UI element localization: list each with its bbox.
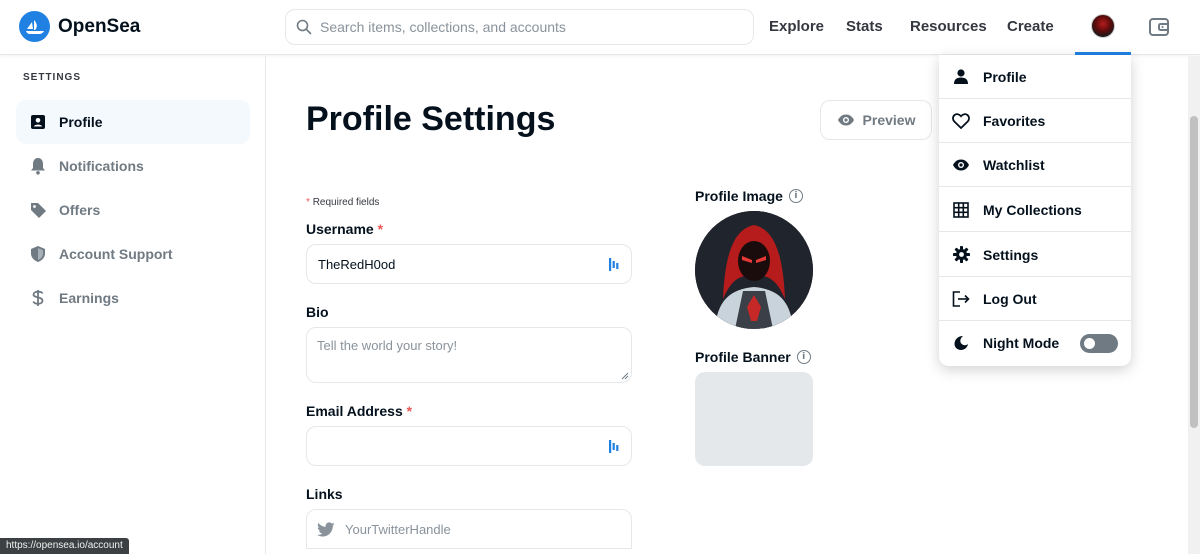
person-icon	[952, 68, 970, 86]
username-label-text: Username	[306, 221, 374, 237]
nav-stats[interactable]: Stats	[846, 18, 883, 35]
wallet-icon[interactable]	[1148, 16, 1170, 38]
toggle-knob	[1084, 338, 1095, 349]
brand-logo[interactable]: OpenSea	[19, 11, 140, 42]
preview-button[interactable]: Preview	[820, 100, 932, 140]
bell-icon	[29, 157, 47, 175]
info-icon[interactable]: i	[796, 350, 811, 364]
bio-field[interactable]	[306, 327, 632, 383]
email-input[interactable]	[318, 438, 598, 454]
profile-image-label-text: Profile Image	[695, 188, 783, 204]
sidebar-item-label: Offers	[59, 202, 101, 218]
links-label: Links	[306, 486, 343, 502]
page-title: Profile Settings	[306, 100, 556, 138]
profile-avatar-image	[695, 211, 813, 329]
twitter-handle-input[interactable]	[345, 521, 605, 537]
twitter-link-field[interactable]	[306, 509, 632, 549]
tag-icon	[29, 201, 47, 219]
search-icon	[296, 19, 312, 35]
search-bar[interactable]	[285, 9, 754, 45]
menu-item-profile[interactable]: Profile	[939, 55, 1131, 99]
menu-item-favorites[interactable]: Favorites	[939, 99, 1131, 143]
sidebar-item-profile[interactable]: Profile	[16, 100, 250, 144]
sidebar-item-label: Notifications	[59, 158, 144, 174]
shield-icon	[29, 245, 47, 263]
sidebar-item-offers[interactable]: Offers	[16, 188, 250, 232]
info-icon[interactable]: i	[788, 189, 803, 203]
menu-item-label: Profile	[983, 68, 1027, 85]
nav-resources[interactable]: Resources	[910, 18, 987, 35]
menu-item-label: Night Mode	[983, 335, 1060, 351]
nav-explore[interactable]: Explore	[769, 18, 824, 35]
sidebar-section-label: SETTINGS	[23, 72, 82, 83]
search-input[interactable]	[320, 19, 720, 35]
username-label: Username *	[306, 221, 383, 237]
twitter-icon	[317, 521, 335, 536]
menu-item-my-collections[interactable]: My Collections	[939, 188, 1131, 232]
sidebar-item-label: Earnings	[59, 290, 119, 306]
profile-card-icon	[29, 113, 47, 131]
user-avatar	[1091, 14, 1115, 38]
eye-icon	[837, 114, 854, 126]
grid-icon	[952, 201, 970, 219]
required-star: *	[406, 403, 413, 419]
opensea-logo-icon	[19, 11, 50, 42]
bio-textarea[interactable]	[317, 338, 621, 372]
required-star: *	[377, 221, 384, 237]
menu-item-settings[interactable]: Settings	[939, 233, 1131, 277]
top-header: OpenSea Explore Stats Resources Create	[0, 0, 1200, 55]
email-label: Email Address *	[306, 403, 412, 419]
password-manager-icon[interactable]	[609, 440, 619, 453]
preview-label: Preview	[862, 112, 916, 128]
menu-item-log-out[interactable]: Log Out	[939, 277, 1131, 321]
dollar-icon	[29, 289, 47, 307]
sidebar-item-label: Account Support	[59, 246, 173, 262]
logout-icon	[952, 290, 970, 308]
email-label-text: Email Address	[306, 403, 403, 419]
gear-icon	[952, 246, 970, 264]
sidebar-item-account-support[interactable]: Account Support	[16, 232, 250, 276]
sidebar-item-notifications[interactable]: Notifications	[16, 144, 250, 188]
password-manager-icon[interactable]	[609, 258, 619, 271]
menu-item-label: Log Out	[983, 290, 1037, 307]
menu-item-label: Favorites	[983, 112, 1046, 129]
username-input[interactable]	[318, 256, 598, 272]
menu-item-label: Settings	[983, 246, 1039, 263]
profile-banner-upload[interactable]	[695, 372, 813, 466]
sidebar-item-earnings[interactable]: Earnings	[16, 276, 250, 320]
bio-label: Bio	[306, 304, 329, 320]
eye-icon	[952, 156, 970, 174]
account-menu-button[interactable]	[1075, 0, 1131, 55]
profile-banner-label: Profile Banner i	[695, 349, 811, 365]
required-fields-text: Required fields	[312, 197, 380, 208]
email-field[interactable]	[306, 426, 632, 466]
night-mode-toggle[interactable]	[1080, 334, 1118, 353]
scrollbar-thumb[interactable]	[1190, 116, 1198, 428]
required-star: *	[306, 197, 310, 208]
profile-image-label: Profile Image i	[695, 188, 803, 204]
profile-image-upload[interactable]	[695, 211, 813, 329]
profile-banner-label-text: Profile Banner	[695, 349, 791, 365]
brand-name: OpenSea	[58, 15, 141, 37]
heart-icon	[952, 112, 970, 130]
username-field[interactable]	[306, 244, 632, 284]
menu-item-night-mode[interactable]: Night Mode	[939, 321, 1131, 365]
account-dropdown-menu: Profile Favorites Watchlist My Collectio…	[939, 55, 1131, 366]
required-fields-note: * Required fields	[306, 197, 379, 208]
menu-item-label: Watchlist	[983, 156, 1045, 173]
page-scrollbar[interactable]	[1188, 56, 1200, 554]
sidebar-item-label: Profile	[59, 114, 103, 130]
resize-handle-icon[interactable]	[621, 372, 629, 380]
moon-icon	[952, 334, 970, 352]
menu-item-label: My Collections	[983, 201, 1082, 218]
nav-create[interactable]: Create	[1007, 18, 1054, 35]
settings-sidebar: SETTINGS Profile Notifications Offers Ac…	[0, 56, 266, 554]
status-bar-url: https://opensea.io/account	[0, 538, 129, 554]
menu-item-watchlist[interactable]: Watchlist	[939, 143, 1131, 187]
